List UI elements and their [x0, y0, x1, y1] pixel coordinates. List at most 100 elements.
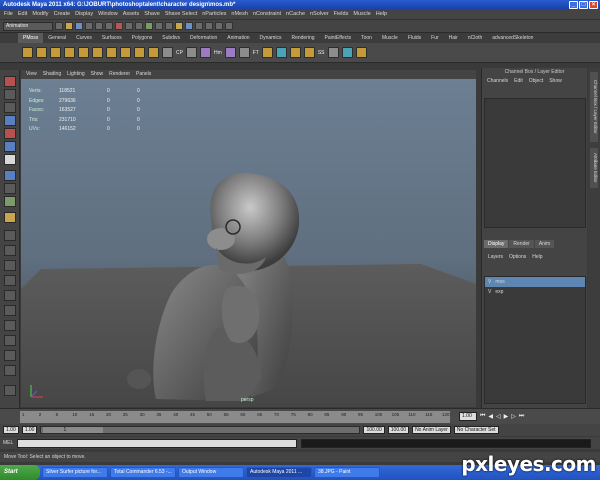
layer-row[interactable]: V exp	[485, 287, 585, 297]
shelf-tool-icon[interactable]	[185, 47, 197, 58]
taskbar-item[interactable]: Total Commander 6.53 -...	[110, 467, 176, 478]
shelf-tool-icon[interactable]	[106, 47, 117, 58]
maximize-button[interactable]: □	[579, 1, 588, 9]
taskbar-item[interactable]: Output Window	[178, 467, 244, 478]
end-time-field[interactable]: 100.00	[387, 426, 410, 434]
anim-layer-dropdown[interactable]: No Anim Layer	[412, 426, 451, 434]
mel-label[interactable]: MEL	[3, 440, 13, 446]
range-thumb[interactable]	[43, 427, 104, 433]
channel-menu-edit[interactable]: Edit	[514, 76, 523, 86]
shelf-tool-icon[interactable]	[341, 47, 353, 58]
mel-input[interactable]	[17, 438, 298, 448]
minimize-button[interactable]: _	[569, 1, 578, 9]
paint-select-tool-icon[interactable]	[4, 102, 16, 113]
taskbar-item[interactable]: Silver Surfer picture for...	[42, 467, 108, 478]
tab-channel-box-layer-editor[interactable]: Channel Box / Layer Editor	[590, 72, 598, 142]
last-tool-icon[interactable]	[4, 196, 16, 207]
menu-create[interactable]: Create	[54, 10, 71, 19]
panel-menu-panels[interactable]: Panels	[136, 70, 151, 79]
perspective-viewport[interactable]: Verts: 118521 0 0 Edges: 279636 0 0 Faces: 1635…	[21, 79, 476, 407]
menu-fields[interactable]: Fields	[334, 10, 349, 19]
snap-curve-icon[interactable]	[125, 22, 133, 30]
render-layout-icon[interactable]	[4, 320, 16, 331]
tab-subdivs[interactable]: Subdivs	[157, 33, 185, 43]
menu-shave[interactable]: Shave	[144, 10, 160, 19]
new-scene-icon[interactable]	[55, 22, 63, 30]
tab-general[interactable]: General	[43, 33, 71, 43]
shelf-tool-icon[interactable]	[199, 47, 211, 58]
layer-menu-help[interactable]: Help	[532, 254, 542, 260]
hypershade-layout-icon[interactable]	[4, 305, 16, 316]
tab-fluids[interactable]: Fluids	[403, 33, 426, 43]
panel-menu-view[interactable]: View	[26, 70, 37, 79]
show-attribute-editor-icon[interactable]	[205, 22, 213, 30]
channel-menu-object[interactable]: Object	[529, 76, 543, 86]
tab-render[interactable]: Render	[509, 240, 534, 248]
tab-pmoss[interactable]: PMoss	[18, 33, 44, 43]
graph-layout-icon[interactable]	[4, 290, 16, 301]
go-to-end-icon[interactable]: ⏭	[519, 413, 524, 420]
tab-advancedskeleton[interactable]: advancedSkeleton	[487, 33, 538, 43]
layer-visibility-toggle[interactable]: V	[488, 279, 491, 285]
shelf-tool-icon[interactable]	[162, 47, 173, 58]
shelf-tool-icon[interactable]	[355, 47, 367, 58]
step-forward-icon[interactable]: ▷	[511, 413, 516, 420]
tab-deformation[interactable]: Deformation	[185, 33, 222, 43]
taskbar-item[interactable]: Autodesk Maya 2011 ...	[246, 467, 312, 478]
start-time-field[interactable]: 1.00	[3, 426, 19, 434]
render-icon[interactable]	[155, 22, 163, 30]
menu-assets[interactable]: Assets	[123, 10, 140, 19]
tab-surfaces[interactable]: Surfaces	[97, 33, 127, 43]
playback-start-field[interactable]: 1.00	[21, 426, 38, 434]
custom-layout-icon[interactable]	[4, 335, 16, 346]
outliner-layout-icon[interactable]	[4, 275, 16, 286]
select-component-icon[interactable]	[105, 22, 113, 30]
two-pane-layout-icon[interactable]	[4, 260, 16, 271]
persp-outliner-layout-icon[interactable]	[4, 350, 16, 361]
menu-set-dropdown[interactable]: Animation	[3, 21, 53, 31]
menu-nparticles[interactable]: nParticles	[202, 10, 226, 19]
select-tool-icon[interactable]	[4, 76, 16, 87]
tab-attribute-editor[interactable]: Attribute Editor	[590, 148, 598, 188]
menu-nsolver[interactable]: nSolver	[310, 10, 329, 19]
sculpt-tool-icon[interactable]	[4, 212, 16, 223]
playback-end-field[interactable]: 100.00	[363, 426, 385, 434]
panel-menu-show[interactable]: Show	[91, 70, 104, 79]
play-backward-icon[interactable]: ◁	[496, 413, 501, 420]
shelf-tool-icon[interactable]	[148, 47, 159, 58]
shelf-tool-icon[interactable]	[64, 47, 75, 58]
shelf-tool-icon[interactable]	[238, 47, 250, 58]
shelf-tool-icon[interactable]	[327, 47, 339, 58]
show-tool-settings-icon[interactable]	[215, 22, 223, 30]
open-scene-icon[interactable]	[65, 22, 73, 30]
menu-help[interactable]: Help	[376, 10, 387, 19]
layer-visibility-toggle[interactable]: V	[488, 289, 491, 295]
channel-menu-channels[interactable]: Channels	[487, 76, 508, 86]
current-frame-field[interactable]: 1.00	[459, 412, 477, 421]
extra-layout-icon[interactable]	[4, 385, 16, 396]
shelf-tool-icon[interactable]	[22, 47, 33, 58]
tab-toon[interactable]: Toon	[356, 33, 377, 43]
tab-fur[interactable]: Fur	[426, 33, 444, 43]
time-ruler[interactable]: 1 2 5 10 15 20 25 30 35 40 45 50 55 60 65 70 75 80 85 90 95 1…	[20, 411, 450, 423]
panel-menu-shading[interactable]: Shading	[43, 70, 61, 79]
start-button[interactable]: Start	[0, 465, 40, 480]
shelf-tool-icon[interactable]	[134, 47, 145, 58]
shelf-tool-icon[interactable]	[224, 47, 236, 58]
snap-point-icon[interactable]	[135, 22, 143, 30]
tab-rendering[interactable]: Rendering	[286, 33, 319, 43]
panel-menu-renderer[interactable]: Renderer	[109, 70, 130, 79]
history-icon[interactable]	[145, 22, 153, 30]
save-scene-icon[interactable]	[75, 22, 83, 30]
tab-painteffects[interactable]: PaintEffects	[320, 33, 357, 43]
play-forward-icon[interactable]: ▶	[504, 413, 509, 420]
tab-anim[interactable]: Anim	[534, 240, 555, 248]
tab-muscle[interactable]: Muscle	[377, 33, 403, 43]
channel-menu-show[interactable]: Show	[549, 76, 562, 86]
select-hierarchy-icon[interactable]	[85, 22, 93, 30]
menu-nmesh[interactable]: nMesh	[231, 10, 248, 19]
shelf-tool-icon[interactable]	[275, 47, 287, 58]
rotate-tool-icon[interactable]	[4, 128, 16, 139]
single-pane-layout-icon[interactable]	[4, 230, 16, 241]
tab-hair[interactable]: Hair	[444, 33, 463, 43]
